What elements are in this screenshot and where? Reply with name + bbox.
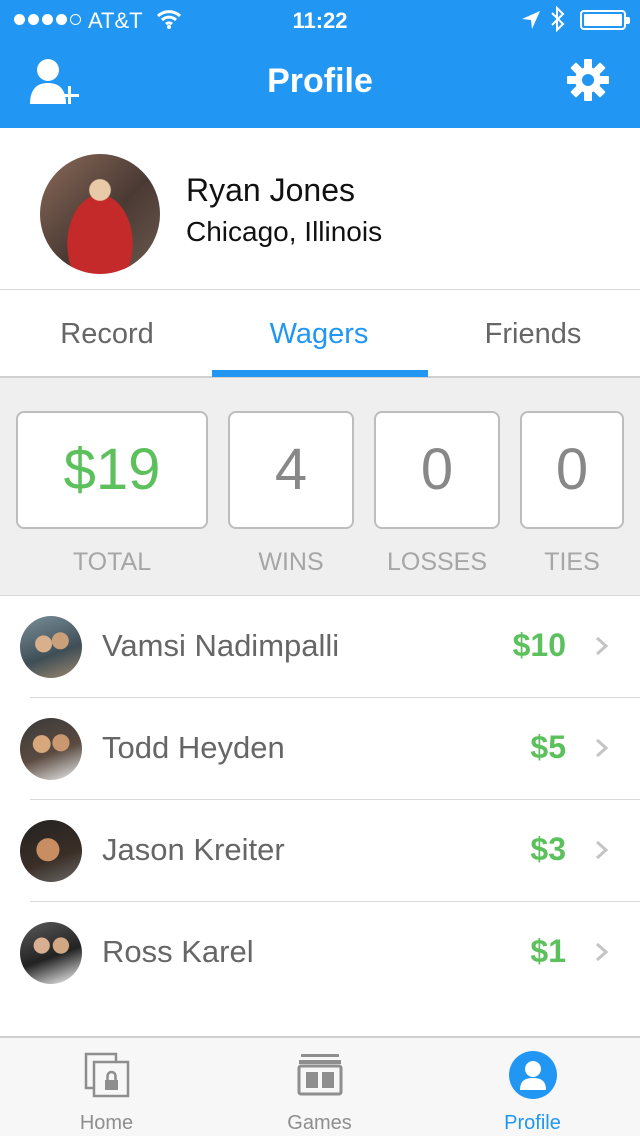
avatar xyxy=(20,616,82,678)
gear-icon xyxy=(567,59,609,101)
wager-name: Todd Heyden xyxy=(102,730,285,765)
tabbar-games-label: Games xyxy=(287,1112,352,1134)
battery-icon xyxy=(580,10,630,30)
wager-row[interactable]: Ross Karel $1 xyxy=(0,902,640,1004)
chevron-right-icon xyxy=(596,738,609,758)
wager-amount: $5 xyxy=(530,729,566,765)
chevron-right-icon xyxy=(596,636,609,656)
location-arrow-icon xyxy=(520,9,542,37)
wager-list: Vamsi Nadimpalli $10 Todd Heyden $5 Jaso… xyxy=(0,596,640,1004)
tabbar-home[interactable]: Home xyxy=(0,1038,213,1136)
wins-label: WINS xyxy=(258,548,324,576)
settings-button[interactable] xyxy=(566,58,610,102)
profile-name: Ryan Jones xyxy=(186,172,355,208)
bluetooth-icon xyxy=(550,5,566,39)
profile-icon xyxy=(509,1051,557,1099)
page-title: Profile xyxy=(267,62,373,100)
losses-label: LOSSES xyxy=(386,548,488,576)
scoreboard-icon xyxy=(297,1054,343,1096)
wager-name: Ross Karel xyxy=(102,934,254,969)
tabbar-games[interactable]: Games xyxy=(213,1038,426,1136)
wager-row[interactable]: Vamsi Nadimpalli $10 xyxy=(0,596,640,698)
wager-row[interactable]: Jason Kreiter $3 xyxy=(0,800,640,902)
wager-name: Jason Kreiter xyxy=(102,832,285,867)
wager-amount: $1 xyxy=(530,933,566,969)
total-label: TOTAL xyxy=(72,548,152,576)
tabbar-profile[interactable]: Profile xyxy=(426,1038,639,1136)
wager-amount: $3 xyxy=(530,831,566,867)
avatar xyxy=(20,718,82,780)
status-bar: AT&T 11:22 xyxy=(0,0,640,40)
wager-amount: $10 xyxy=(512,627,566,663)
tab-friends[interactable]: Friends xyxy=(426,290,640,378)
profile-header: Ryan Jones Chicago, Illinois xyxy=(0,128,640,290)
profile-tabs: Record Wagers Friends xyxy=(0,290,640,378)
tab-wagers[interactable]: Wagers xyxy=(212,290,426,378)
wager-row[interactable]: Todd Heyden $5 xyxy=(0,698,640,800)
wager-name: Vamsi Nadimpalli xyxy=(102,628,340,663)
total-value: $19 xyxy=(16,411,208,529)
tabbar-home-label: Home xyxy=(79,1112,134,1134)
stats-panel: $19 4 0 0 TOTAL WINS LOSSES TIES xyxy=(0,378,640,596)
chevron-right-icon xyxy=(596,942,609,962)
tab-record[interactable]: Record xyxy=(0,290,214,378)
ties-label: TIES xyxy=(544,548,600,576)
tab-bar: Home Games Profile xyxy=(0,1036,640,1136)
losses-value: 0 xyxy=(374,411,500,529)
active-tab-indicator xyxy=(212,370,428,377)
avatar xyxy=(20,922,82,984)
tabbar-profile-label: Profile xyxy=(504,1112,561,1134)
profile-location: Chicago, Illinois xyxy=(186,216,383,247)
avatar xyxy=(20,820,82,882)
chevron-right-icon xyxy=(596,840,609,860)
wins-value: 4 xyxy=(228,411,354,529)
ties-value: 0 xyxy=(520,411,624,529)
header: AT&T 11:22 Profile xyxy=(0,0,640,128)
home-icon xyxy=(84,1052,130,1098)
profile-avatar[interactable] xyxy=(40,154,160,274)
status-time: 11:22 xyxy=(292,8,348,33)
